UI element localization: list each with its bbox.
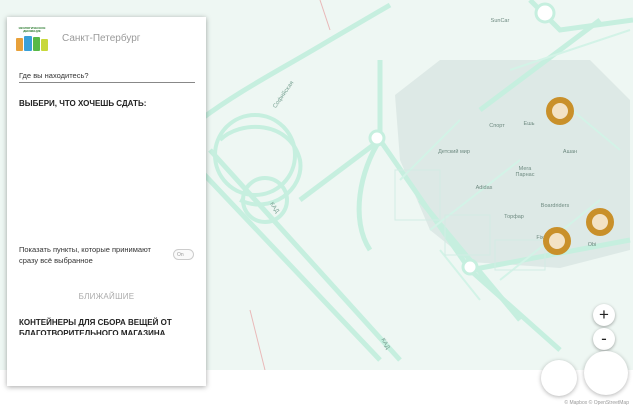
- mall-area: [395, 60, 630, 268]
- recycle-bins-icon: [16, 36, 48, 51]
- place-label: Adidas: [475, 185, 493, 191]
- layers-button[interactable]: [584, 351, 628, 395]
- place-label: Торфар: [504, 214, 524, 220]
- accept-all-toggle[interactable]: On: [173, 249, 194, 260]
- choose-heading: ВЫБЕРИ, ЧТО ХОЧЕШЬ СДАТЬ:: [19, 99, 147, 108]
- place-label: SunCar: [490, 18, 510, 24]
- place-label: Ешь: [523, 121, 535, 127]
- place-label: Ашан: [562, 149, 578, 155]
- locate-button[interactable]: [541, 360, 577, 396]
- place-label: Мега Парнас: [515, 166, 535, 178]
- city-selector[interactable]: Санкт-Петербург: [62, 33, 140, 44]
- place-label: Obi: [587, 242, 597, 248]
- accept-all-label: Показать пункты, которые принимают сразу…: [19, 245, 151, 265]
- place-label: Детский мир: [438, 149, 470, 155]
- location-input[interactable]: Где вы находитесь?: [19, 71, 195, 83]
- containers-heading: КОНТЕЙНЕРЫ ДЛЯ СБОРА ВЕЩЕЙ ОТ БЛАГОТВОРИ…: [19, 318, 172, 335]
- zoom-out-button[interactable]: -: [593, 328, 615, 350]
- search-panel: ЭКОЛОГИЧЕСКОЕ ДВИЖЕНИЕ РАЗДЕЛЬНЫЙ СБОР С…: [7, 17, 206, 386]
- eco-logo: ЭКОЛОГИЧЕСКОЕ ДВИЖЕНИЕ РАЗДЕЛЬНЫЙ СБОР: [14, 27, 50, 54]
- zoom-in-button[interactable]: +: [593, 304, 615, 326]
- collection-point-marker[interactable]: [543, 227, 571, 255]
- nearest-tab[interactable]: БЛИЖАЙШИЕ: [7, 292, 206, 301]
- map-attribution: © Mapbox © OpenStreetMap: [564, 400, 629, 406]
- place-label: Boardriders: [540, 203, 570, 209]
- collection-point-marker[interactable]: [586, 208, 614, 236]
- place-label: Спорт: [489, 123, 505, 129]
- collection-point-marker[interactable]: [546, 97, 574, 125]
